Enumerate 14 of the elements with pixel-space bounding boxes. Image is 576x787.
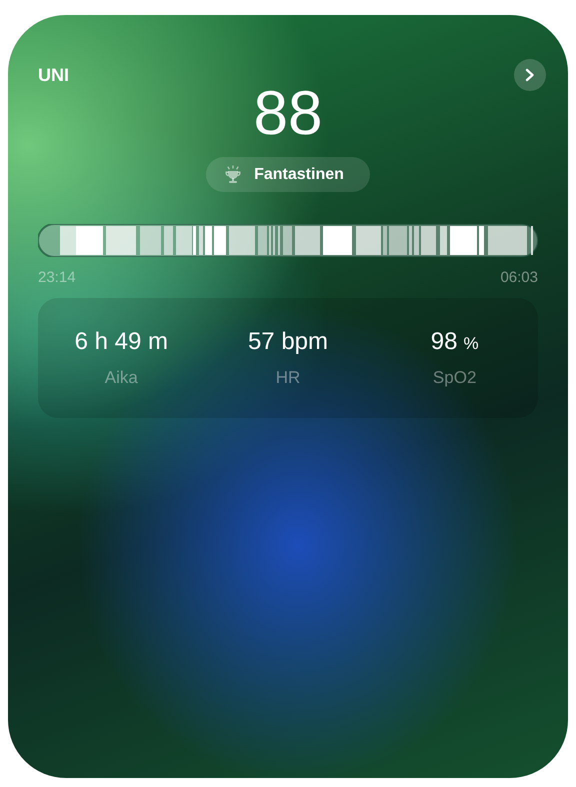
stat-label: HR xyxy=(276,368,300,388)
start-time: 23:14 xyxy=(38,269,76,286)
sleep-score: 88 xyxy=(254,83,322,145)
stat-value: 98 % xyxy=(430,328,479,356)
rating-label: Fantastinen xyxy=(254,166,344,184)
stat-label: SpO2 xyxy=(432,368,476,388)
stat-value: 6 h 49 m xyxy=(74,328,168,356)
title: UNI xyxy=(38,64,69,86)
trophy-icon xyxy=(224,164,242,184)
stat-value: 57 bpm xyxy=(248,328,328,356)
end-time: 06:03 xyxy=(500,269,538,286)
stat-label: Aika xyxy=(104,368,138,388)
next-button[interactable] xyxy=(514,59,546,91)
chevron-right-icon xyxy=(524,68,536,82)
